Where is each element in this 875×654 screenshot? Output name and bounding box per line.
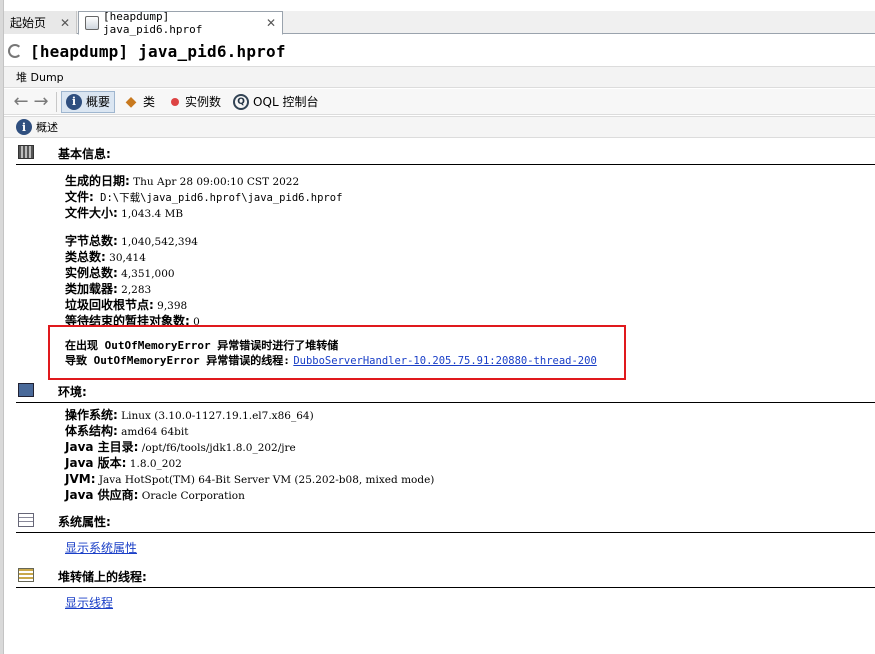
tab-start-page-close-icon[interactable]: ✕ [60, 16, 70, 30]
basic-info-header: 基本信息: [16, 143, 875, 165]
row-value: 4,351,000 [117, 268, 175, 280]
summary-label: 概要 [86, 95, 111, 109]
row-value: /opt/f6/tools/jdk1.8.0_202/jre [138, 442, 296, 454]
row-value: Java HotSpot(TM) 64-Bit Server VM (25.20… [95, 474, 435, 486]
row-label: 操作系统: [65, 408, 118, 422]
oom-thread-label: 导致 OutOfMemoryError 异常错误的线程: [65, 354, 290, 367]
list-item: 文件大小: 1,043.4 MB [65, 206, 342, 222]
title-row: [heapdump] java_pid6.hprof [8, 40, 286, 62]
list-item: Java 版本: 1.8.0_202 [65, 456, 434, 472]
row-label: 垃圾回收根节点: [65, 298, 154, 312]
row-label: JVM: [65, 472, 96, 486]
row-value: 1,043.4 MB [117, 208, 184, 220]
list-item: 字节总数: 1,040,542,394 [65, 234, 200, 250]
toolbar: ← → i 概要 ◆ 类 实例数 Q OQL 控制台 [4, 89, 875, 115]
forward-arrow-icon[interactable]: → [32, 91, 50, 112]
oom-dump-text: 在出现 OutOfMemoryError 异常错误时进行了堆转储 [65, 339, 339, 352]
tab-start-page[interactable]: 起始页 ✕ [4, 11, 77, 34]
show-system-properties-link[interactable]: 显示系统属性 [65, 539, 137, 556]
environment-header: 环境: [16, 381, 875, 403]
heapdump-file-icon [85, 16, 99, 30]
row-value: 30,414 [105, 252, 146, 264]
row-value: Oracle Corporation [138, 490, 245, 502]
instances-label: 实例数 [185, 95, 222, 109]
overview-info-icon: i [16, 119, 32, 135]
oom-info: 在出现 OutOfMemoryError 异常错误时进行了堆转储 导致 OutO… [65, 338, 597, 369]
basic-info-title: 基本信息: [58, 147, 111, 161]
environment-list: 操作系统: Linux (3.10.0-1127.19.1.el7.x86_64… [65, 408, 434, 504]
system-properties-header: 系统属性: [16, 511, 875, 533]
oql-console-label: OQL 控制台 [253, 95, 319, 109]
list-item: 实例总数: 4,351,000 [65, 266, 200, 282]
oom-dump-line: 在出现 OutOfMemoryError 异常错误时进行了堆转储 [65, 338, 597, 353]
list-item: 体系结构: amd64 64bit [65, 424, 434, 440]
page-title: [heapdump] java_pid6.hprof [30, 41, 286, 61]
row-value: Thu Apr 28 09:00:10 CST 2022 [129, 176, 300, 188]
show-threads-link[interactable]: 显示线程 [65, 594, 113, 611]
row-label: 类加载器: [65, 282, 118, 296]
row-label: Java 供应商: [65, 488, 139, 502]
overview-label: 概述 [36, 121, 58, 134]
heap-dump-bar: 堆 Dump [4, 66, 875, 88]
loading-spinner-icon [8, 44, 22, 58]
list-item: 文件: D:\下载\java_pid6.hprof\java_pid6.hpro… [65, 190, 342, 206]
heap-dump-label: 堆 Dump [16, 71, 64, 84]
system-properties-title: 系统属性: [58, 515, 111, 529]
list-item: 类总数: 30,414 [65, 250, 200, 266]
chip-icon [18, 145, 34, 159]
classes-button[interactable]: ◆ 类 [119, 91, 159, 113]
instance-dot-icon [171, 97, 180, 106]
row-label: 文件大小: [65, 206, 118, 220]
row-label: Java 版本: [65, 456, 127, 470]
row-value: 2,283 [117, 284, 152, 296]
row-value: 9,398 [153, 300, 188, 312]
overview-content: 基本信息: 生成的日期: Thu Apr 28 09:00:10 CST 202… [4, 139, 875, 654]
toolbar-separator [56, 91, 57, 112]
tab-bar: 起始页 ✕ [heapdump] java_pid6.hprof ✕ [4, 10, 875, 36]
row-label: 文件: [65, 190, 94, 204]
threads-header: 堆转储上的线程: [16, 566, 875, 588]
row-value: D:\下载\java_pid6.hprof\java_pid6.hprof [93, 192, 343, 204]
row-label: Java 主目录: [65, 440, 139, 454]
tab-heapdump[interactable]: [heapdump] java_pid6.hprof ✕ [78, 10, 283, 36]
basic-info-list: 生成的日期: Thu Apr 28 09:00:10 CST 2022 文件: … [65, 174, 342, 222]
oql-console-button[interactable]: Q OQL 控制台 [229, 91, 322, 113]
row-label: 实例总数: [65, 266, 118, 280]
list-item: 类加载器: 2,283 [65, 282, 200, 298]
classes-icon: ◆ [125, 93, 137, 110]
list-item: 垃圾回收根节点: 9,398 [65, 298, 200, 314]
info-icon: i [66, 93, 82, 110]
instances-button[interactable]: 实例数 [163, 91, 225, 113]
row-value: 1,040,542,394 [117, 236, 198, 248]
monitor-icon [18, 383, 34, 397]
heap-stats-list: 字节总数: 1,040,542,394 类总数: 30,414 实例总数: 4,… [65, 234, 200, 330]
oom-thread-line: 导致 OutOfMemoryError 异常错误的线程: DubboServer… [65, 353, 597, 369]
environment-title: 环境: [58, 385, 87, 399]
tab-start-page-label: 起始页 [10, 16, 47, 30]
overview-bar: i 概述 [4, 116, 875, 138]
list-item: Java 供应商: Oracle Corporation [65, 488, 434, 504]
classes-label: 类 [143, 95, 156, 109]
list-item: 生成的日期: Thu Apr 28 09:00:10 CST 2022 [65, 174, 342, 190]
oom-thread-link[interactable]: DubboServerHandler-10.205.75.91:20880-th… [293, 355, 596, 367]
list-item: Java 主目录: /opt/f6/tools/jdk1.8.0_202/jre [65, 440, 434, 456]
row-label: 类总数: [65, 250, 106, 264]
thread-list-icon [18, 568, 34, 582]
row-label: 字节总数: [65, 234, 118, 248]
oql-icon: Q [233, 93, 250, 110]
threads-title: 堆转储上的线程: [58, 570, 147, 584]
list-item: 操作系统: Linux (3.10.0-1127.19.1.el7.x86_64… [65, 408, 434, 424]
row-value: 1.8.0_202 [126, 458, 182, 470]
list-item: JVM: Java HotSpot(TM) 64-Bit Server VM (… [65, 472, 434, 488]
row-value: amd64 64bit [117, 426, 189, 438]
row-label: 生成的日期: [65, 174, 130, 188]
back-arrow-icon[interactable]: ← [12, 91, 30, 112]
summary-button[interactable]: i 概要 [61, 90, 116, 113]
row-value: Linux (3.10.0-1127.19.1.el7.x86_64) [117, 410, 314, 422]
tab-heapdump-label: [heapdump] java_pid6.hprof [103, 10, 203, 36]
row-label: 体系结构: [65, 424, 118, 438]
tab-heapdump-close-icon[interactable]: ✕ [266, 16, 276, 30]
document-icon [18, 513, 34, 527]
